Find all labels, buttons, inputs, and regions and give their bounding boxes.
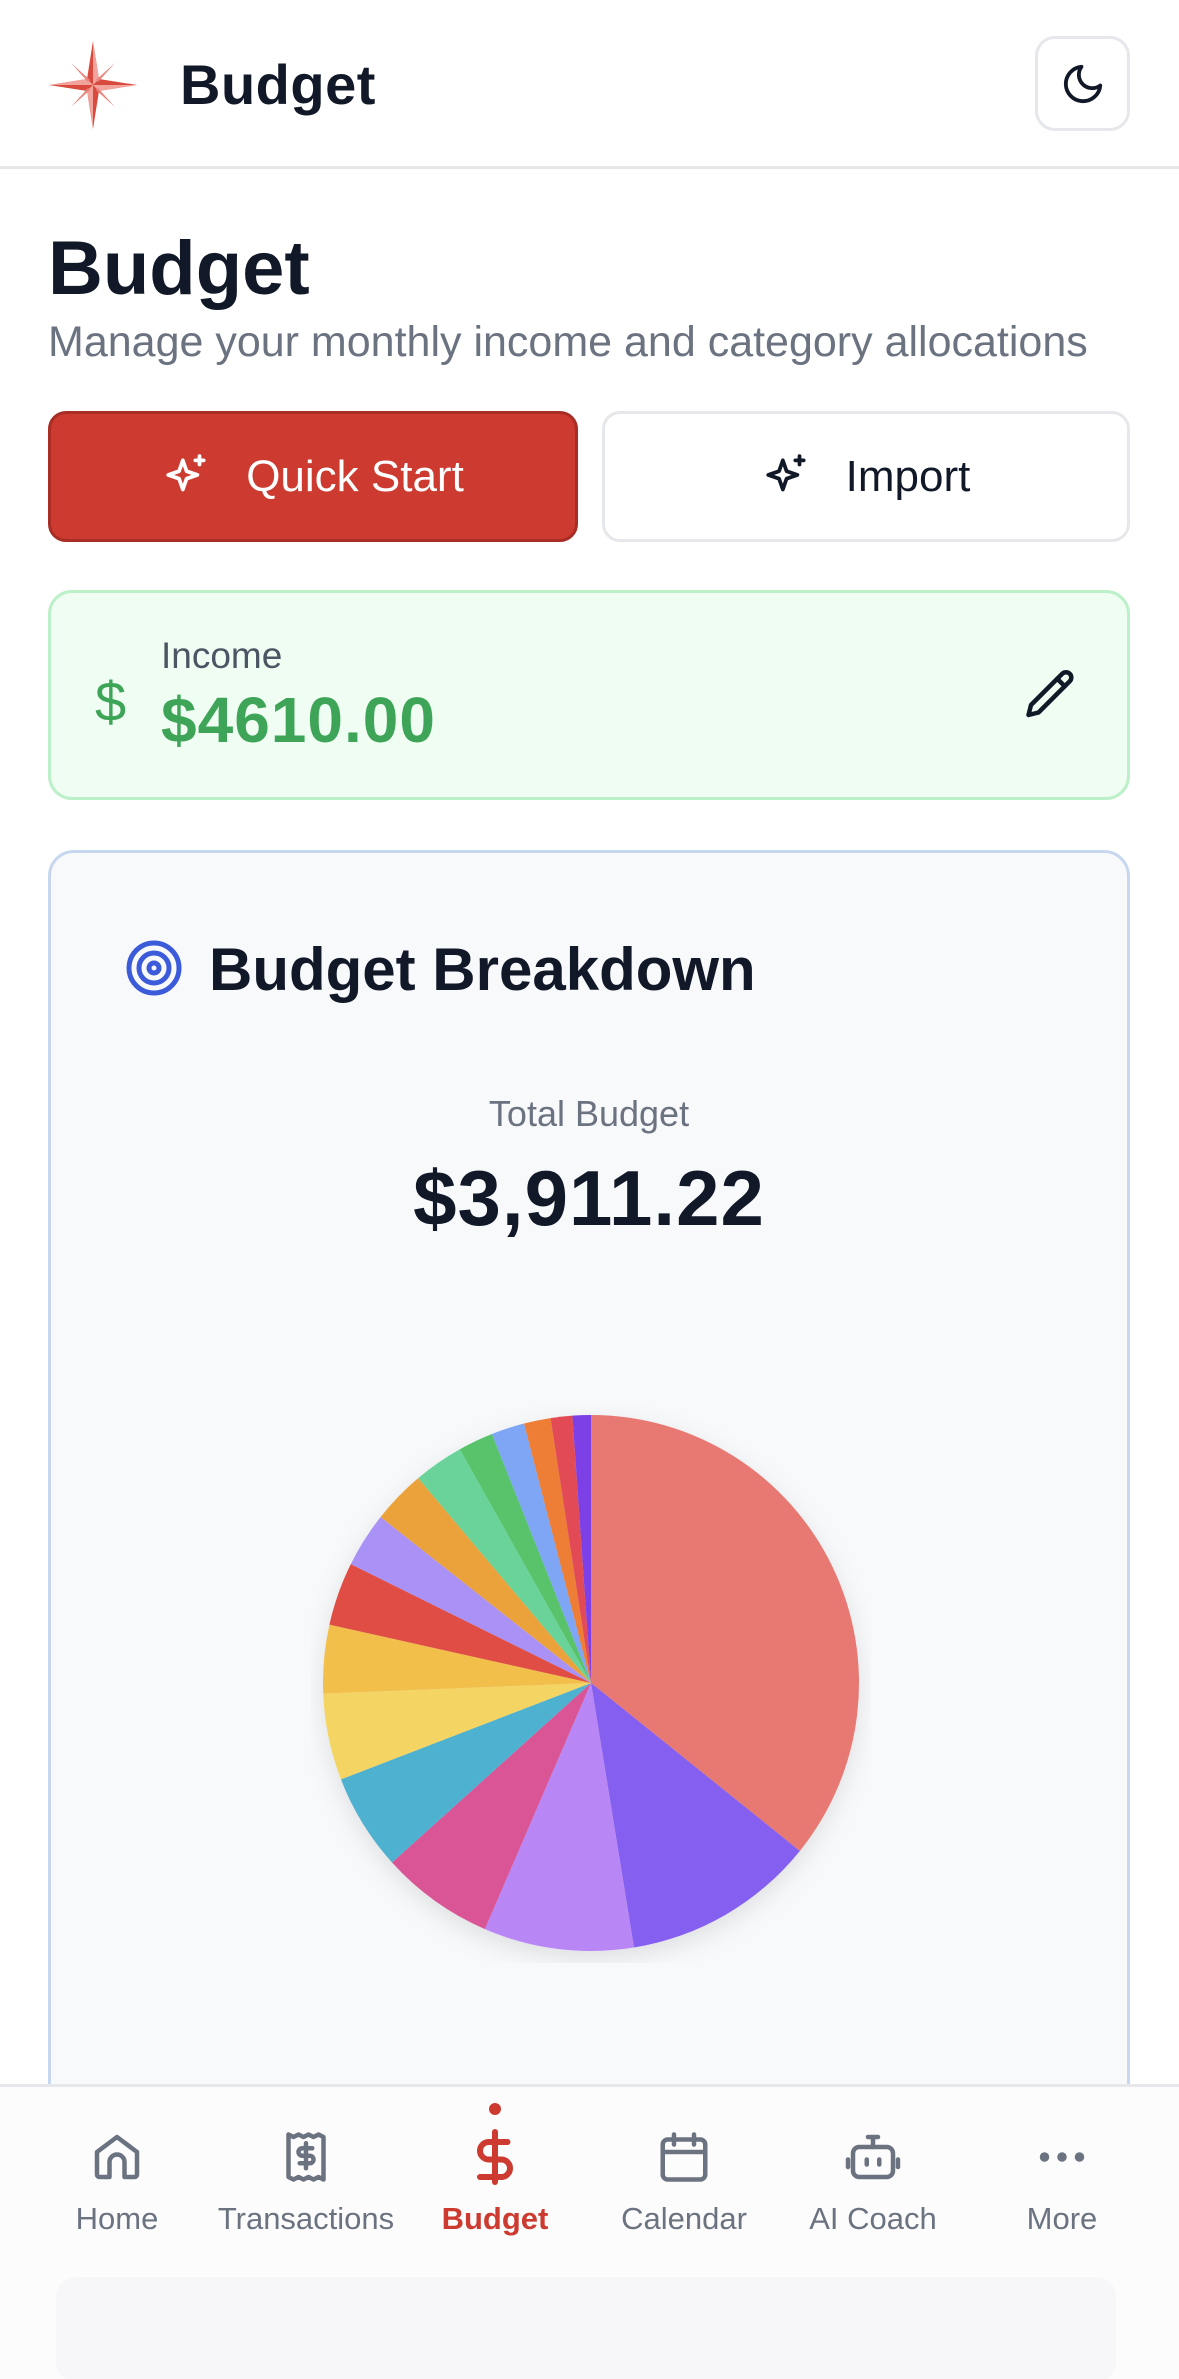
pencil-icon[interactable] [1021,665,1081,725]
sparkles-icon [166,453,206,491]
calendar-icon [660,2132,708,2182]
receipt-icon [286,2132,326,2182]
target-icon [126,940,182,996]
quick-start-button[interactable]: Quick Start [48,411,578,542]
nav-calendar[interactable]: Calendar [589,2087,779,2257]
nav-label-budget: Budget [441,2201,549,2236]
nav-label-ai-coach: AI Coach [809,2201,937,2236]
dollar-icon: $ [95,670,127,733]
bottom-navigation: Home Transactions Budget Calendar AI Coa… [0,2084,1179,2379]
nav-label-transactions: Transactions [217,2201,395,2236]
nav-label-more: More [1026,2201,1098,2236]
home-icon [94,2134,140,2180]
moon-icon [1063,64,1102,103]
robot-icon [845,2134,901,2180]
nav-transactions[interactable]: Transactions [211,2087,401,2257]
theme-toggle-button[interactable] [1035,36,1130,131]
sparkles-icon [766,453,806,491]
home-indicator-area [56,2277,1116,2379]
nav-budget[interactable]: Budget [400,2087,590,2257]
active-indicator-dot [489,2103,501,2115]
income-label: Income [161,635,283,676]
total-budget-label: Total Budget [488,1093,690,1134]
page-title: Budget [48,226,310,311]
nav-more[interactable]: More [967,2087,1157,2257]
nav-label-home: Home [75,2201,159,2236]
top-app-bar: Budget [0,0,1179,169]
budget-breakdown-card: Budget Breakdown Total Budget $3,911.22 [48,850,1130,2150]
app-title: Budget [180,53,376,116]
compass-star-icon [49,41,137,129]
total-budget-value: $3,911.22 [413,1154,765,1242]
breakdown-title: Budget Breakdown [209,936,756,1003]
income-value: $4610.00 [161,684,436,756]
nav-ai-coach[interactable]: AI Coach [778,2087,968,2257]
nav-label-calendar: Calendar [621,2201,747,2236]
import-button[interactable]: Import [602,411,1130,542]
page-subtitle: Manage your monthly income and category … [48,318,1088,366]
income-card: $ Income $4610.00 [48,590,1130,800]
more-icon [1039,2152,1085,2162]
quick-start-label: Quick Start [246,451,464,501]
nav-home[interactable]: Home [22,2087,212,2257]
budget-pie-chart[interactable] [311,1403,871,1963]
import-label: Import [845,451,971,501]
dollar-icon [477,2129,513,2185]
